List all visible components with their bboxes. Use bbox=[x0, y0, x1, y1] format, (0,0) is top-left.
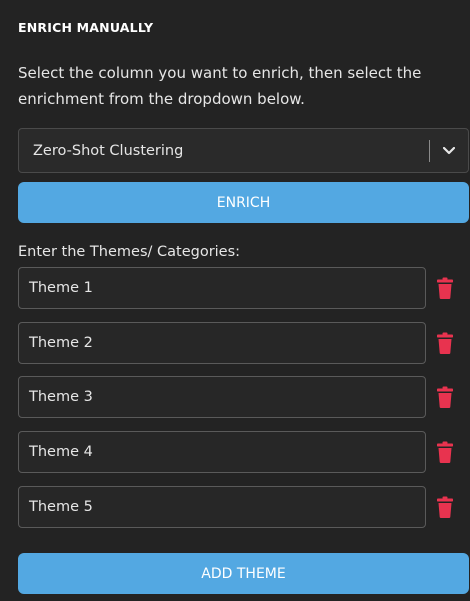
theme-input-3[interactable]: Theme 3 bbox=[18, 376, 426, 418]
enrichment-dropdown[interactable]: Zero-Shot Clustering bbox=[18, 128, 469, 173]
theme-row: Theme 5 bbox=[18, 486, 469, 528]
add-theme-button[interactable]: ADD THEME bbox=[18, 553, 469, 594]
trash-icon[interactable] bbox=[437, 496, 453, 518]
theme-input-4[interactable]: Theme 4 bbox=[18, 431, 426, 473]
trash-icon[interactable] bbox=[437, 441, 453, 463]
theme-row: Theme 3 bbox=[18, 376, 469, 418]
theme-row: Theme 2 bbox=[18, 322, 469, 364]
section-title: ENRICH MANUALLY bbox=[18, 20, 154, 35]
trash-icon[interactable] bbox=[437, 277, 453, 299]
theme-row: Theme 4 bbox=[18, 431, 469, 473]
trash-icon[interactable] bbox=[437, 332, 453, 354]
theme-input-2[interactable]: Theme 2 bbox=[18, 322, 426, 364]
enrich-button[interactable]: ENRICH bbox=[18, 182, 469, 223]
themes-label: Enter the Themes/ Categories: bbox=[18, 244, 241, 260]
chevron-down-icon[interactable] bbox=[430, 129, 468, 172]
theme-row: Theme 1 bbox=[18, 267, 469, 309]
enrich-manually-panel: ENRICH MANUALLY Select the column you wa… bbox=[0, 0, 470, 601]
theme-input-5[interactable]: Theme 5 bbox=[18, 486, 426, 528]
section-description: Select the column you want to enrich, th… bbox=[18, 64, 422, 108]
enrichment-dropdown-value: Zero-Shot Clustering bbox=[33, 142, 184, 159]
trash-icon[interactable] bbox=[437, 386, 453, 408]
theme-input-1[interactable]: Theme 1 bbox=[18, 267, 426, 309]
